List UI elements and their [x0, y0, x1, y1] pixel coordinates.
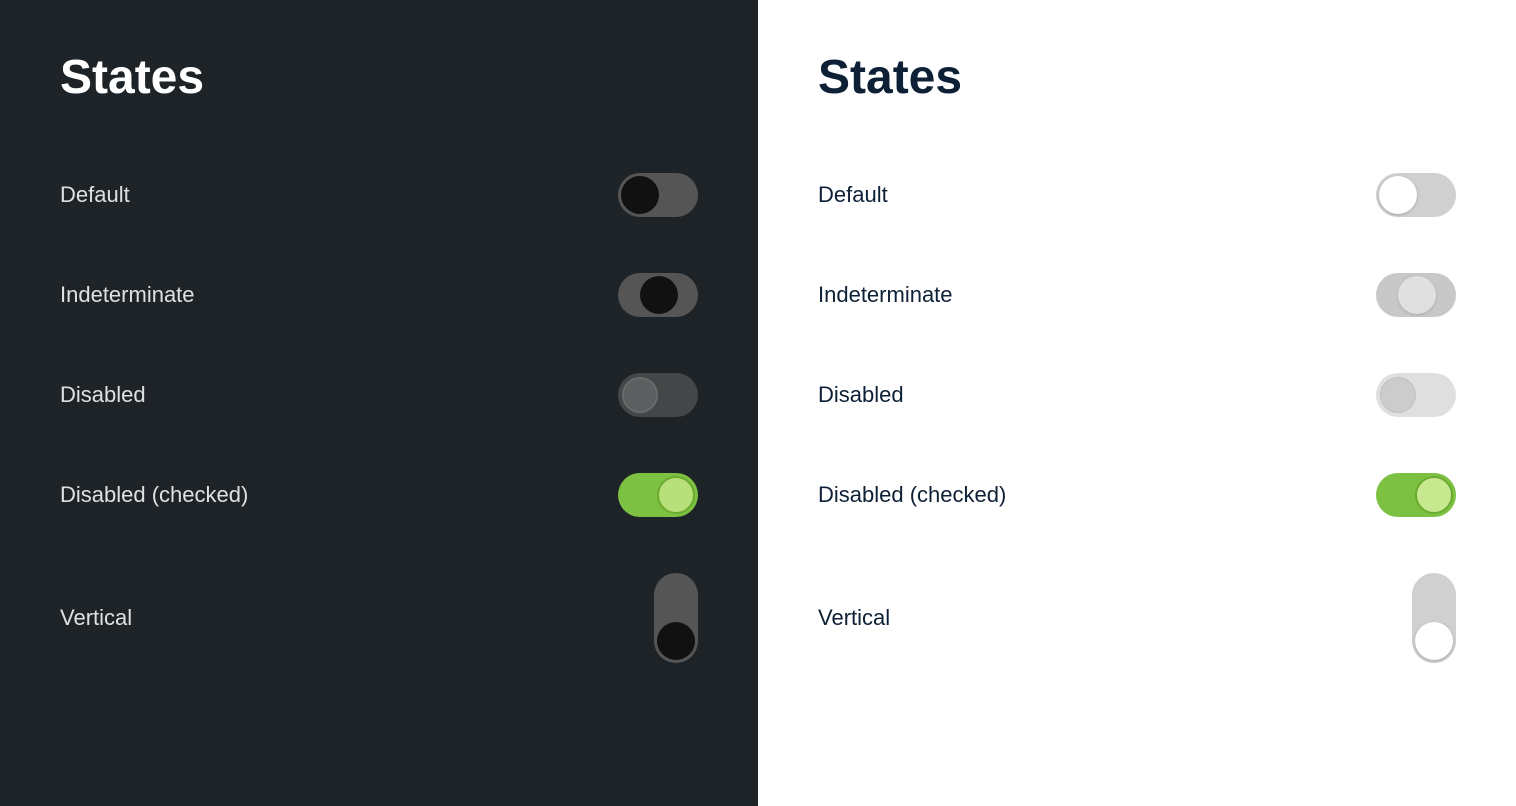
dark-indeterminate-label: Indeterminate: [60, 282, 195, 308]
dark-indeterminate-toggle-wrap[interactable]: [618, 273, 698, 317]
light-disabled-checked-knob: [1415, 476, 1453, 514]
dark-disabled-toggle-wrap: [618, 373, 698, 417]
dark-indeterminate-knob: [640, 276, 678, 314]
light-indeterminate-toggle-wrap[interactable]: [1376, 273, 1456, 317]
light-disabled-checked-label: Disabled (checked): [818, 482, 1006, 508]
dark-indeterminate-track[interactable]: [618, 273, 698, 317]
dark-disabled-checked-toggle-wrap: [618, 473, 698, 517]
dark-default-toggle-wrap[interactable]: [618, 173, 698, 217]
light-disabled-knob: [1380, 377, 1416, 413]
light-disabled-checked-track: [1376, 473, 1456, 517]
light-states-list: Default Indeterminate Disabled: [818, 145, 1456, 691]
light-default-track[interactable]: [1376, 173, 1456, 217]
dark-disabled-checked-knob: [657, 476, 695, 514]
light-disabled-toggle-wrap: [1376, 373, 1456, 417]
dark-disabled-checked-track: [618, 473, 698, 517]
light-indeterminate-label: Indeterminate: [818, 282, 953, 308]
dark-indeterminate-row: Indeterminate: [60, 245, 698, 345]
light-disabled-checked-toggle-wrap: [1376, 473, 1456, 517]
light-default-knob: [1379, 176, 1417, 214]
dark-disabled-row: Disabled: [60, 345, 698, 445]
light-default-row: Default: [818, 145, 1456, 245]
dark-disabled-checked-label: Disabled (checked): [60, 482, 248, 508]
light-panel-title: States: [818, 50, 1456, 105]
dark-disabled-track: [618, 373, 698, 417]
dark-disabled-knob: [622, 377, 658, 413]
dark-disabled-checked-row: Disabled (checked): [60, 445, 698, 545]
light-disabled-row: Disabled: [818, 345, 1456, 445]
dark-default-knob: [621, 176, 659, 214]
light-indeterminate-knob: [1398, 276, 1436, 314]
dark-panel-title: States: [60, 50, 698, 105]
dark-vertical-knob: [657, 622, 695, 660]
light-disabled-checked-row: Disabled (checked): [818, 445, 1456, 545]
light-vertical-label: Vertical: [818, 605, 890, 631]
dark-default-row: Default: [60, 145, 698, 245]
dark-vertical-toggle-wrap[interactable]: [654, 573, 698, 663]
light-vertical-toggle-wrap[interactable]: [1412, 573, 1456, 663]
dark-vertical-label: Vertical: [60, 605, 132, 631]
dark-panel: States Default Indeterminate Disabled: [0, 0, 758, 806]
light-vertical-knob: [1415, 622, 1453, 660]
dark-default-label: Default: [60, 182, 130, 208]
dark-states-list: Default Indeterminate Disabled: [60, 145, 698, 691]
light-disabled-track: [1376, 373, 1456, 417]
light-indeterminate-track[interactable]: [1376, 273, 1456, 317]
dark-disabled-label: Disabled: [60, 382, 146, 408]
dark-vertical-track[interactable]: [654, 573, 698, 663]
light-disabled-label: Disabled: [818, 382, 904, 408]
light-default-toggle-wrap[interactable]: [1376, 173, 1456, 217]
light-panel: States Default Indeterminate Disabled: [758, 0, 1516, 806]
light-default-label: Default: [818, 182, 888, 208]
light-vertical-track[interactable]: [1412, 573, 1456, 663]
light-indeterminate-row: Indeterminate: [818, 245, 1456, 345]
dark-default-track[interactable]: [618, 173, 698, 217]
dark-vertical-row: Vertical: [60, 545, 698, 691]
light-vertical-row: Vertical: [818, 545, 1456, 691]
